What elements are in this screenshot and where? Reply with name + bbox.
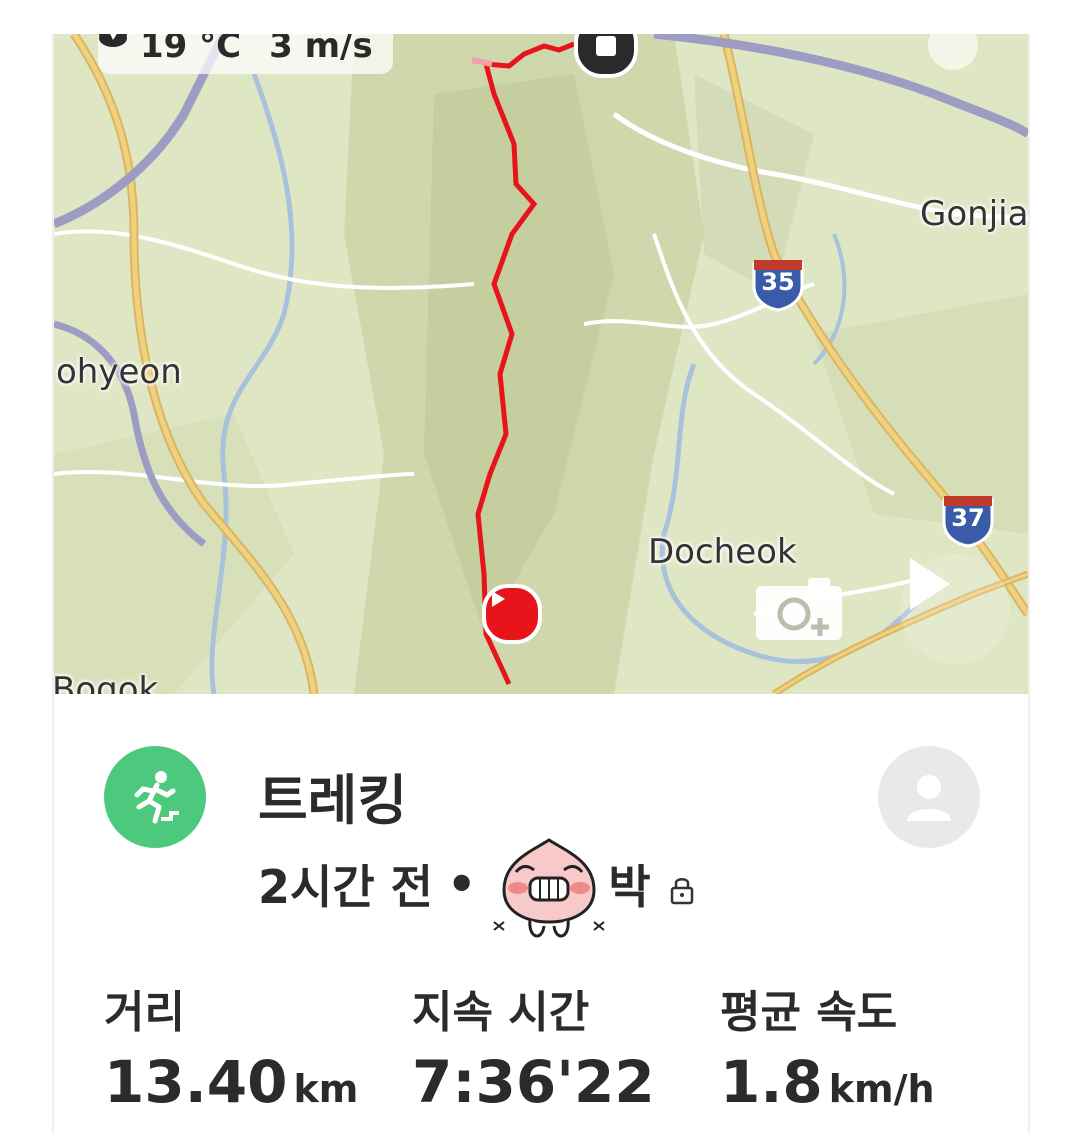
play-icon[interactable]: [900, 554, 1010, 664]
activity-summary: 트레킹 2시간 전 • 박 거리 13.40 km 지속 시간 7:36'22 …: [54, 694, 1028, 1134]
map-terrain: [54, 34, 1028, 694]
stat-duration: 지속 시간 7:36'22: [412, 976, 661, 1116]
stat-average-speed: 평균 속도 1.8 km/h: [720, 976, 935, 1116]
wind-speed: 3 m/s: [269, 34, 373, 66]
stat-value: 13.40 km: [104, 1048, 359, 1116]
activity-card[interactable]: 19 °C 3 m/s Gonjia ohyeon Docheok Bogok …: [52, 34, 1030, 1134]
start-play-icon[interactable]: [482, 584, 542, 644]
running-person-icon: [104, 746, 206, 848]
add-photo-icon[interactable]: [754, 574, 846, 642]
stat-value: 7:36'22: [412, 1048, 655, 1116]
place-label-ohyeon: ohyeon: [56, 352, 182, 392]
stat-distance: 거리 13.40 km: [104, 976, 358, 1116]
stat-label: 평균 속도: [720, 987, 898, 1038]
highway-shield-37: 37: [940, 492, 996, 548]
lock-icon: [669, 862, 695, 916]
highway-shield-35: 35: [750, 256, 806, 312]
user-name: 박: [608, 860, 651, 914]
stat-value: 1.8 km/h: [720, 1048, 935, 1116]
place-label-bogok: Bogok: [54, 670, 159, 694]
activity-meta: 2시간 전 • 박: [258, 838, 695, 938]
place-label-docheok: Docheok: [648, 532, 797, 572]
place-label-gonjia: Gonjia: [920, 194, 1028, 234]
profile-avatar-icon[interactable]: [878, 746, 980, 848]
route-map[interactable]: 19 °C 3 m/s Gonjia ohyeon Docheok Bogok …: [54, 34, 1028, 694]
stat-label: 거리: [104, 987, 185, 1038]
temperature: 19 °C: [140, 34, 242, 66]
activity-title: 트레킹: [258, 769, 408, 832]
meta-separator: •: [446, 857, 477, 911]
time-ago: 2시간 전: [258, 860, 433, 914]
weather-overlay: 19 °C 3 m/s: [98, 34, 393, 74]
peach-character-icon: [490, 830, 608, 948]
stat-label: 지속 시간: [412, 987, 590, 1038]
